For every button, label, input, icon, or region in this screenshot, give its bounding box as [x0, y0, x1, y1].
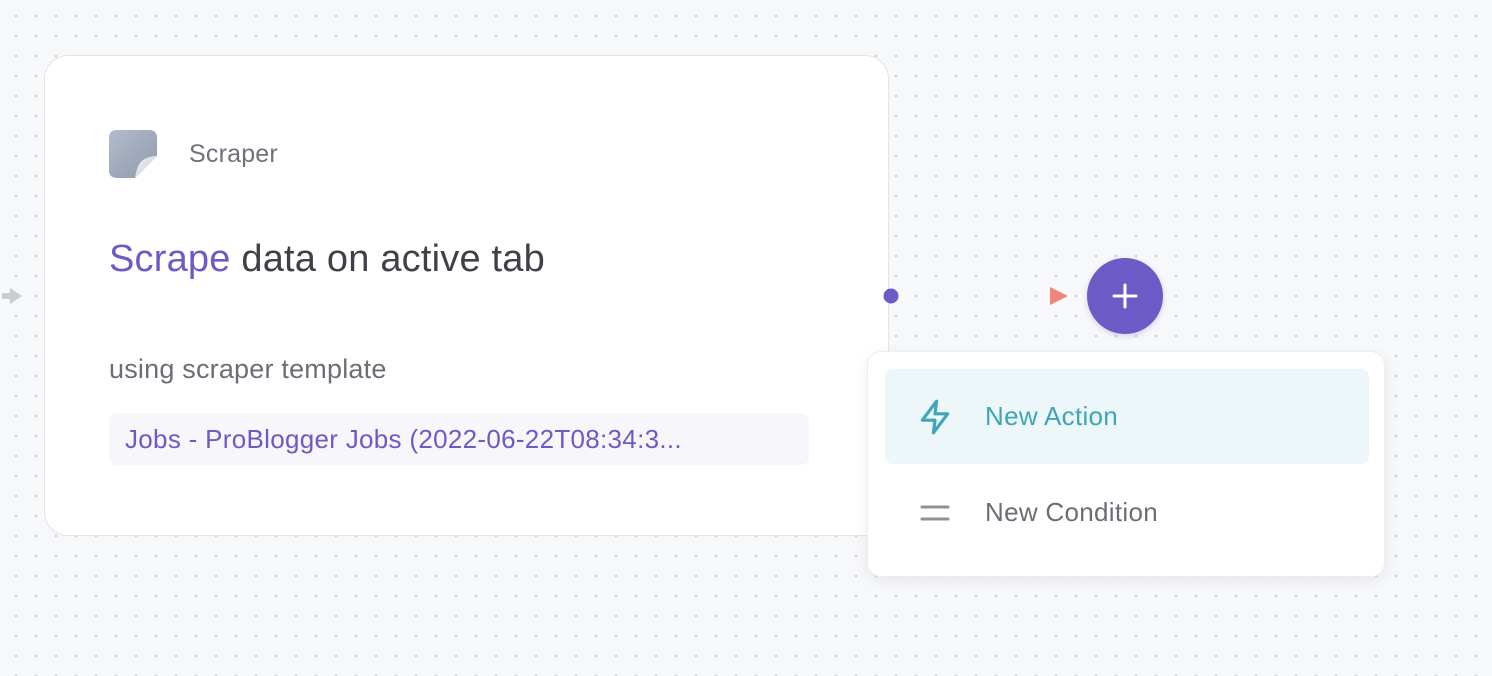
- workflow-node-card[interactable]: Scraper Scrape data on active tab using …: [44, 55, 889, 536]
- add-step-menu: New Action New Condition: [867, 351, 1385, 577]
- scraper-template-field[interactable]: Jobs - ProBlogger Jobs (2022-06-22T08:34…: [109, 413, 809, 465]
- param-label: using scraper template: [109, 354, 387, 384]
- connector-arrowhead: [1050, 287, 1068, 305]
- add-step-button[interactable]: [1087, 258, 1163, 334]
- workflow-canvas[interactable]: Scraper Scrape data on active tab using …: [0, 0, 1492, 676]
- node-title-verb: Scrape: [109, 238, 231, 280]
- menu-item-new-action[interactable]: New Action: [885, 369, 1369, 464]
- scraper-sticker-icon: [109, 130, 157, 178]
- node-title-rest: data on active tab: [241, 238, 545, 280]
- menu-item-new-condition[interactable]: New Condition: [885, 465, 1369, 560]
- plus-icon: [1112, 283, 1138, 309]
- node-title: Scrape data on active tab: [109, 238, 545, 281]
- new-condition-label: New Condition: [985, 497, 1158, 527]
- lightning-bolt-icon: [915, 397, 955, 437]
- new-action-label: New Action: [985, 401, 1119, 431]
- equals-icon: [915, 493, 955, 533]
- node-entry-handle-icon[interactable]: [2, 286, 24, 306]
- node-header: Scraper: [109, 130, 278, 178]
- node-app-name: Scraper: [189, 139, 278, 168]
- node-connector: [883, 287, 1068, 305]
- scraper-template-value: Jobs - ProBlogger Jobs (2022-06-22T08:34…: [125, 423, 682, 454]
